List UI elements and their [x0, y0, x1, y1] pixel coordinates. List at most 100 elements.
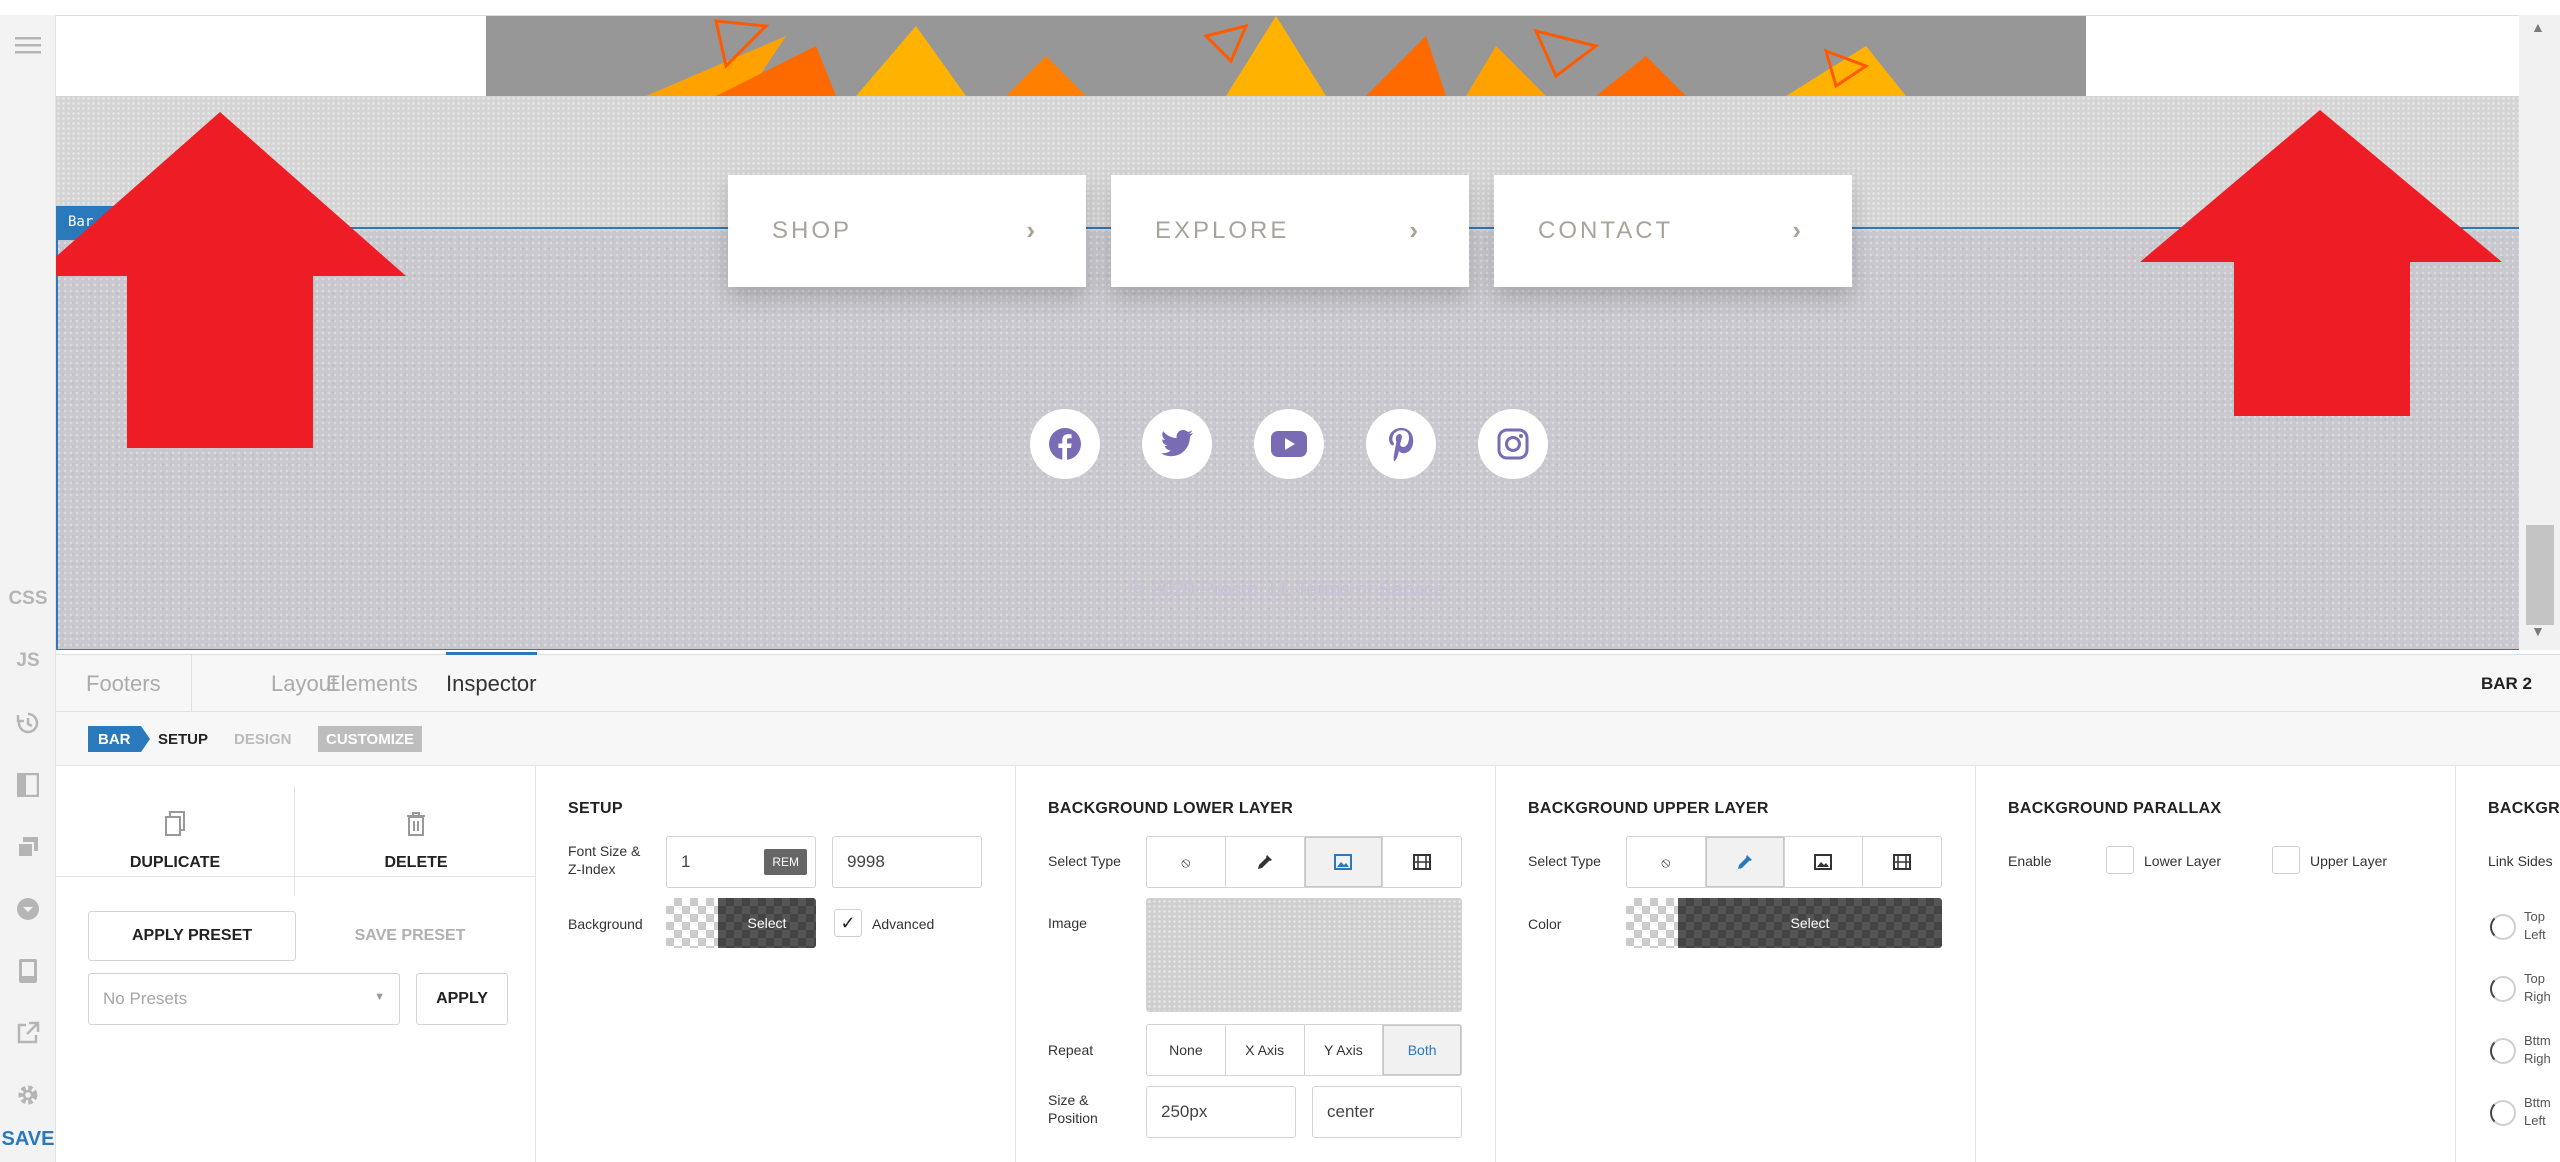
corner-label-line2: Righ — [2524, 989, 2551, 1004]
corner-label-line2: Left — [2524, 927, 2546, 942]
advanced-label: Advanced — [872, 916, 935, 932]
upper-color-picker[interactable]: Select — [1626, 898, 1942, 948]
size-value: 250px — [1161, 1102, 1208, 1121]
js-button[interactable]: JS — [0, 637, 56, 685]
bg-upper-column: BACKGROUND UPPER LAYER Select Type ⦸ Col… — [1496, 766, 1976, 1162]
save-button[interactable]: SAVE — [0, 1115, 56, 1162]
scroll-up-arrow-icon[interactable]: ▲ — [2531, 19, 2545, 35]
font-size-label-line1: Font Size & — [568, 843, 641, 859]
corner-label-line1: Bttm — [2524, 1095, 2551, 1110]
eyedropper-icon[interactable] — [1226, 837, 1305, 887]
history-icon[interactable] — [0, 699, 56, 747]
font-size-label-line2: Z-Index — [568, 861, 616, 877]
repeat-y-option[interactable]: Y Axis — [1305, 1025, 1384, 1075]
divider — [56, 876, 536, 877]
hamburger-menu-icon[interactable] — [0, 21, 56, 69]
bg-lower-title: BACKGROUND LOWER LAYER — [1048, 800, 1294, 817]
position-input[interactable]: center — [1312, 1086, 1462, 1138]
bg-lower-column: BACKGROUND LOWER LAYER Select Type ⦸ Ima… — [1016, 766, 1496, 1162]
repeat-segment: None X Axis Y Axis Both — [1146, 1024, 1462, 1076]
repeat-none-option[interactable]: None — [1147, 1025, 1226, 1075]
pinterest-icon[interactable] — [1366, 409, 1436, 479]
eyedropper-icon[interactable] — [1705, 837, 1785, 887]
nav-card-shop[interactable]: SHOP › — [728, 175, 1086, 287]
chevron-down-icon: ▼ — [374, 991, 385, 1003]
position-value: center — [1327, 1102, 1375, 1121]
breadcrumb-bar[interactable]: BAR — [88, 726, 149, 752]
copy-icon — [165, 810, 185, 844]
none-type-icon[interactable]: ⦸ — [1147, 837, 1226, 887]
transparency-swatch — [666, 898, 718, 948]
corner-bottom-right-radio[interactable] — [2490, 1038, 2516, 1064]
mobile-preview-icon[interactable] — [0, 947, 56, 995]
tab-footers[interactable]: Footers — [86, 655, 161, 713]
presets-select[interactable]: No Presets ▼ — [88, 973, 400, 1025]
upper-type-segment: ⦸ — [1626, 836, 1942, 888]
tab-elements[interactable]: Elements — [326, 655, 418, 713]
dropdown-circle-icon[interactable] — [0, 885, 56, 933]
facebook-icon[interactable] — [1030, 409, 1100, 479]
copy-pages-icon[interactable] — [0, 823, 56, 871]
lower-layer-checkbox[interactable] — [2106, 846, 2134, 874]
advanced-checkbox[interactable]: ✓ — [834, 909, 862, 937]
youtube-icon[interactable] — [1254, 409, 1324, 479]
repeat-both-option[interactable]: Both — [1383, 1025, 1461, 1075]
twitter-icon[interactable] — [1142, 409, 1212, 479]
video-type-icon[interactable] — [1383, 837, 1461, 887]
scrollbar-thumb[interactable] — [2526, 525, 2554, 625]
editor-tab-bar: Footers Layout Elements Inspector BAR 2 — [56, 652, 2560, 713]
background-color-picker[interactable]: Select — [666, 898, 816, 948]
upper-layer-label: Upper Layer — [2310, 853, 2388, 869]
trash-icon — [405, 811, 427, 844]
nav-card-contact[interactable]: CONTACT › — [1494, 175, 1852, 287]
unit-rem-badge[interactable]: REM — [764, 849, 807, 875]
chevron-right-icon: › — [1792, 215, 1804, 245]
save-preset-button[interactable]: SAVE PRESET — [312, 911, 508, 961]
copyright-text: © 2020 Prosto. LL Terms of Service — [1130, 579, 1445, 601]
nav-card-label: SHOP — [772, 217, 853, 244]
none-type-icon[interactable]: ⦸ — [1627, 837, 1706, 887]
apply-button[interactable]: APPLY — [416, 973, 508, 1025]
css-button[interactable]: CSS — [0, 575, 56, 623]
instagram-icon[interactable] — [1478, 409, 1548, 479]
repeat-x-option[interactable]: X Axis — [1226, 1025, 1305, 1075]
background-image-preview[interactable] — [1146, 898, 1462, 1012]
red-up-arrow-left-annotation — [56, 112, 406, 448]
corner-label-line1: Bttm — [2524, 1033, 2551, 1048]
corner-top-left-radio[interactable] — [2490, 914, 2516, 940]
size-input[interactable]: 250px — [1146, 1086, 1296, 1138]
scroll-down-arrow-icon[interactable]: ▼ — [2531, 623, 2545, 639]
layout-panel-icon[interactable] — [0, 761, 56, 809]
z-index-value: 9998 — [847, 852, 885, 871]
upper-layer-checkbox[interactable] — [2272, 846, 2300, 874]
parallax-column: BACKGROUND PARALLAX Enable Lower Layer U… — [1976, 766, 2456, 1162]
video-type-icon[interactable] — [1863, 837, 1941, 887]
nav-card-label: EXPLORE — [1155, 217, 1290, 244]
nav-card-explore[interactable]: EXPLORE › — [1111, 175, 1469, 287]
enable-label: Enable — [2008, 853, 2052, 869]
preview-scrollbar[interactable]: ▲ ▼ — [2519, 15, 2560, 650]
chevron-right-icon: › — [1026, 215, 1038, 245]
breadcrumb-design[interactable]: DESIGN — [234, 726, 292, 752]
corner-bottom-left-radio[interactable] — [2490, 1100, 2516, 1126]
breadcrumb-setup[interactable]: SETUP — [158, 726, 208, 752]
tab-inspector[interactable]: Inspector — [446, 652, 537, 713]
duplicate-button[interactable]: DUPLICATE — [56, 786, 295, 896]
delete-button[interactable]: DELETE — [296, 786, 536, 896]
image-type-icon[interactable] — [1304, 837, 1384, 887]
z-index-input[interactable]: 9998 — [832, 836, 982, 888]
corner-top-right-radio[interactable] — [2490, 976, 2516, 1002]
external-link-icon[interactable] — [0, 1009, 56, 1057]
font-size-input[interactable]: 1 REM — [666, 836, 816, 888]
upper-select-type-label: Select Type — [1528, 853, 1601, 869]
apply-preset-button[interactable]: APPLY PRESET — [88, 911, 296, 961]
settings-gear-icon[interactable] — [0, 1071, 56, 1119]
breadcrumb-customize[interactable]: CUSTOMIZE — [318, 726, 423, 752]
select-type-label: Select Type — [1048, 853, 1121, 869]
size-label-line1: Size & — [1048, 1092, 1089, 1108]
image-type-icon[interactable] — [1785, 837, 1864, 887]
nav-card-label: CONTACT — [1538, 217, 1674, 244]
color-label: Color — [1528, 916, 1562, 932]
banner-image — [486, 16, 2086, 96]
corner-bottom-right-label: Bttm Righ — [2524, 1032, 2551, 1068]
